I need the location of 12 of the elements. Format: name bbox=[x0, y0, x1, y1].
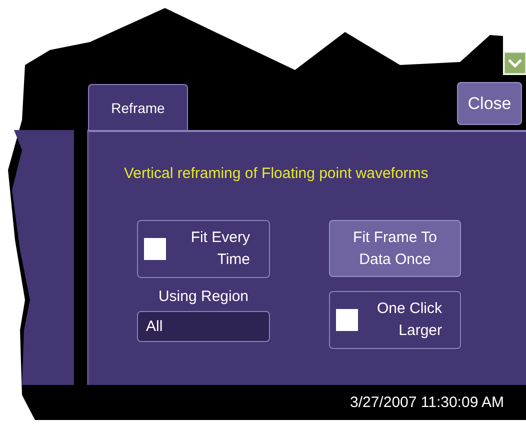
fit-frame-button[interactable]: Fit Frame To Data Once bbox=[329, 220, 461, 277]
checkbox-button[interactable]: One Click Larger bbox=[329, 291, 461, 349]
chevron-down-icon[interactable] bbox=[504, 52, 526, 74]
checkbox[interactable] bbox=[144, 238, 166, 260]
tab[interactable]: Reframe bbox=[88, 84, 188, 130]
region-field[interactable]: All bbox=[137, 311, 270, 342]
date-time: 3/27/2007 11:30:09 AM bbox=[350, 394, 504, 411]
checkbox[interactable] bbox=[336, 309, 358, 331]
close-button[interactable]: Close bbox=[457, 82, 522, 125]
panel-heading: Vertical reframing of Floating point waveforms bbox=[124, 165, 430, 182]
field-label: Using Region bbox=[157, 287, 250, 307]
checkbox-button[interactable]: Fit Every Time bbox=[137, 220, 270, 278]
